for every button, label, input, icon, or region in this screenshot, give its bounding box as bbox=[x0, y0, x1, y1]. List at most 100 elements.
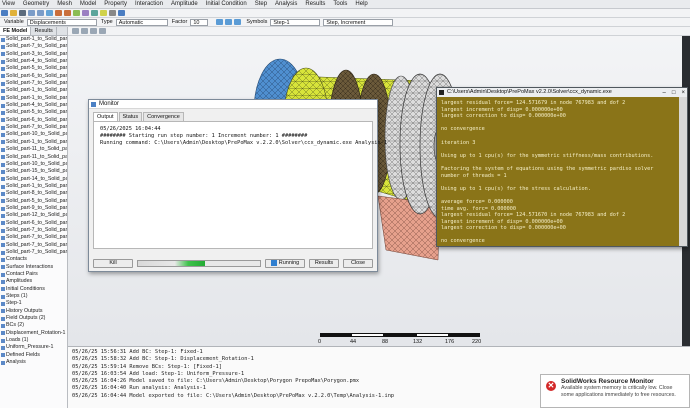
next-frame-icon[interactable] bbox=[90, 28, 97, 34]
tree-item[interactable]: Solid_part-14_to_Solid_part-6 bbox=[1, 176, 67, 183]
maximize-icon[interactable]: □ bbox=[672, 89, 676, 97]
menu-item-initial-condition[interactable]: Initial Condition bbox=[206, 1, 247, 7]
resource-monitor-notification[interactable]: ✕ SolidWorks Resource Monitor Available … bbox=[540, 374, 690, 408]
tree-item[interactable]: Solid_part-7_to_Solid_part-2 bbox=[1, 80, 67, 87]
tree-item[interactable]: Initial Conditions bbox=[1, 286, 67, 293]
zoom-icon[interactable] bbox=[46, 10, 53, 16]
menu-item-view[interactable]: View bbox=[2, 1, 15, 7]
tree-item[interactable]: Solid_part-11_to_Solid_part-9 bbox=[1, 146, 67, 153]
tree-item[interactable]: Field Outputs (2) bbox=[1, 315, 67, 322]
step-increment-select[interactable]: Step, Increment bbox=[323, 18, 394, 26]
console-scrollbar[interactable] bbox=[679, 97, 687, 246]
menu-item-model[interactable]: Model bbox=[80, 1, 96, 7]
menu-item-property[interactable]: Property bbox=[104, 1, 127, 7]
tree-item[interactable]: Solid_part-7_to_Solid_part-13 bbox=[1, 242, 67, 249]
menu-item-geometry[interactable]: Geometry bbox=[23, 1, 49, 7]
tree-item[interactable]: Solid_part-7_to_Solid_part-8 bbox=[1, 43, 67, 50]
menu-item-interaction[interactable]: Interaction bbox=[135, 1, 163, 7]
tree-item[interactable]: Solid_part-1_to_Solid_part-10 bbox=[1, 87, 67, 94]
tree-item[interactable]: Solid_part-4_to_Solid_part-3 bbox=[1, 102, 67, 109]
tree-item[interactable]: Solid_part-7_to_Solid_part-3 bbox=[1, 124, 67, 131]
menu-item-tools[interactable]: Tools bbox=[333, 1, 347, 7]
tab-convergence[interactable]: Convergence bbox=[143, 112, 184, 121]
type-select[interactable]: Automatic bbox=[115, 18, 168, 26]
tree-item[interactable]: BCs (2) bbox=[1, 322, 67, 329]
tree-item[interactable]: Loads (1) bbox=[1, 337, 67, 344]
section-view-icon[interactable] bbox=[82, 10, 89, 16]
redo-icon[interactable] bbox=[37, 10, 44, 16]
tab-fe-model[interactable]: FE Model bbox=[0, 27, 32, 35]
view-iso-icon[interactable] bbox=[73, 10, 80, 16]
tree-item[interactable]: Displacement_Rotation-1 bbox=[1, 330, 67, 337]
close-button[interactable]: Close bbox=[343, 258, 373, 268]
pause-icon[interactable] bbox=[225, 19, 233, 25]
tree-item[interactable]: Solid_part-3_to_Solid_part-2 bbox=[1, 51, 67, 58]
tree-item[interactable]: Solid_part-1_to_Solid_part-6 bbox=[1, 183, 67, 190]
tree-item[interactable]: Solid_part-6_to_Solid_part-3 bbox=[1, 117, 67, 124]
view-side-icon[interactable] bbox=[64, 10, 71, 16]
tree-item[interactable]: Contacts bbox=[1, 256, 67, 263]
tree-item[interactable]: Solid_part-4_to_Solid_part-2 bbox=[1, 58, 67, 65]
tree-item[interactable]: Solid_part-7_to_Solid_part-14 bbox=[1, 234, 67, 241]
tab-output[interactable]: Output bbox=[93, 112, 118, 121]
tree-item[interactable]: Solid_part-10_to_Solid_part-9 bbox=[1, 161, 67, 168]
last-frame-icon[interactable] bbox=[99, 28, 106, 34]
tree-node-icon bbox=[1, 228, 5, 233]
tree-item[interactable]: Solid_part-1_to_Solid_part-4 bbox=[1, 139, 67, 146]
tab-results[interactable]: Results bbox=[31, 27, 57, 35]
menu-item-help[interactable]: Help bbox=[355, 1, 367, 7]
menu-item-mesh[interactable]: Mesh bbox=[57, 1, 72, 7]
save-icon[interactable] bbox=[19, 10, 26, 16]
console-title-bar[interactable]: C:\Users\Admin\Desktop\PrePoMax v2.2.0\S… bbox=[437, 88, 687, 97]
tree-item[interactable]: Solid_part-5_to_Solid_part-7 bbox=[1, 198, 67, 205]
tree-item[interactable]: Solid_part-1_to_Solid_part-3 bbox=[1, 95, 67, 102]
tree-item[interactable]: Solid_part-1_to_Solid_part-11 bbox=[1, 36, 67, 43]
minimize-icon[interactable]: – bbox=[663, 89, 666, 97]
factor-input[interactable]: 10 bbox=[190, 18, 209, 26]
view-front-icon[interactable] bbox=[55, 10, 62, 16]
tree-item[interactable]: Contact Pairs bbox=[1, 271, 67, 278]
tree-item[interactable]: Solid_part-11_to_Solid_part-10 bbox=[1, 154, 67, 161]
color-legend-icon[interactable] bbox=[100, 10, 107, 16]
play-icon[interactable] bbox=[216, 19, 224, 25]
stop-icon[interactable] bbox=[234, 19, 242, 25]
tree-item[interactable]: Uniform_Pressure-1 bbox=[1, 344, 67, 351]
prev-frame-icon[interactable] bbox=[81, 28, 88, 34]
undo-icon[interactable] bbox=[28, 10, 35, 16]
monitor-title-bar[interactable]: Monitor bbox=[89, 100, 377, 109]
tree-item[interactable]: Solid_part-9_to_Solid_part-8 bbox=[1, 205, 67, 212]
tree-item[interactable]: Solid_part-7_to_Solid_part-12 bbox=[1, 227, 67, 234]
tree-item[interactable]: Step-1 bbox=[1, 300, 67, 307]
kill-button[interactable]: Kill bbox=[93, 258, 133, 268]
new-file-icon[interactable] bbox=[1, 10, 8, 16]
tree-item[interactable]: Solid_part-12_to_Solid_part-8 bbox=[1, 212, 67, 219]
open-folder-icon[interactable] bbox=[10, 10, 17, 16]
menu-item-amplitude[interactable]: Amplitude bbox=[171, 1, 198, 7]
menu-item-step[interactable]: Step bbox=[255, 1, 267, 7]
tree-item[interactable]: Amplitudes bbox=[1, 278, 67, 285]
tree-item[interactable]: History Outputs bbox=[1, 308, 67, 315]
menu-item-analysis[interactable]: Analysis bbox=[275, 1, 297, 7]
tree-item[interactable]: Solid_part-5_to_Solid_part-2 bbox=[1, 65, 67, 72]
symbols-select[interactable]: Step-1 bbox=[270, 18, 321, 26]
tree-item[interactable]: Surface Interactions bbox=[1, 264, 67, 271]
tree-item[interactable]: Steps (1) bbox=[1, 293, 67, 300]
tree-item[interactable]: Solid_part-15_to_Solid_part-6 bbox=[1, 168, 67, 175]
tree-item[interactable]: Solid_part-6_to_Solid_part-2 bbox=[1, 73, 67, 80]
tab-status[interactable]: Status bbox=[118, 112, 143, 121]
tree-item[interactable]: Defined Fields bbox=[1, 352, 67, 359]
tree-item[interactable]: Analysis bbox=[1, 359, 67, 366]
tree-item[interactable]: Solid_part-5_to_Solid_part-3 bbox=[1, 109, 67, 116]
tree-item[interactable]: Solid_part-7_to_Solid_part-15 bbox=[1, 249, 67, 256]
menu-item-results[interactable]: Results bbox=[305, 1, 325, 7]
tree-item[interactable]: Solid_part-8_to_Solid_part-5 bbox=[1, 190, 67, 197]
variable-select[interactable]: Displacements bbox=[26, 18, 97, 26]
first-frame-icon[interactable] bbox=[72, 28, 79, 34]
tree-item[interactable]: Solid_part-10_to_Solid_part-3 bbox=[1, 131, 67, 138]
results-button[interactable]: Results bbox=[309, 258, 339, 268]
tree-item[interactable]: Solid_part-6_to_Solid_part-8 bbox=[1, 220, 67, 227]
results-icon[interactable] bbox=[118, 10, 125, 16]
close-icon[interactable]: × bbox=[681, 89, 685, 97]
screenshot-icon[interactable] bbox=[109, 10, 116, 16]
mesh-display-icon[interactable] bbox=[91, 10, 98, 16]
